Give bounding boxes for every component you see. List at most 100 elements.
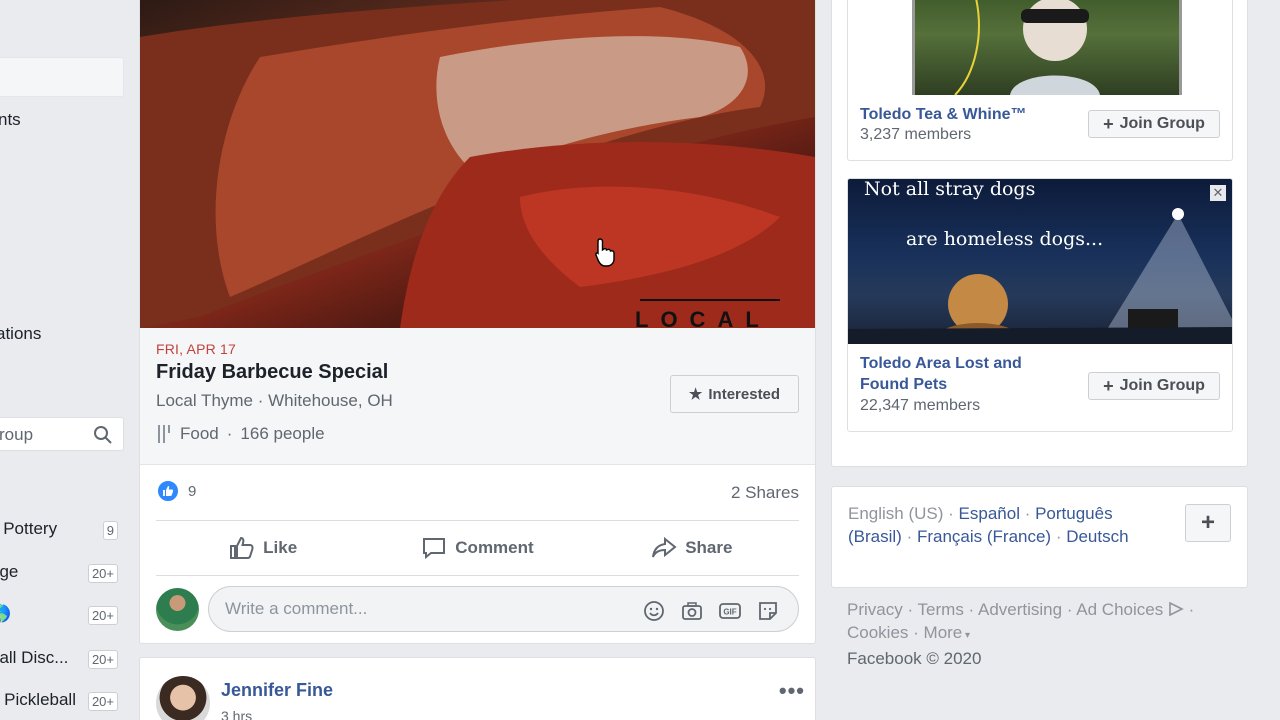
svg-text:GIF: GIF (723, 608, 736, 617)
thumbs-up-icon (230, 536, 254, 559)
group-search-input[interactable]: roup (0, 417, 124, 451)
stray-dog-illustration: Not all stray dogs are homeless dogs... (848, 179, 1232, 351)
join-group-label: Join Group (1119, 377, 1205, 394)
sticker-icon[interactable] (756, 599, 780, 623)
author-avatar[interactable] (156, 676, 210, 720)
event-post-card: LOCAL FRI, APR 17 Friday Barbecue Specia… (139, 0, 816, 644)
ribs-illustration: LOCAL (140, 0, 815, 328)
sidebar-group-item[interactable]: 🌎 20+ (0, 604, 122, 628)
post-action-bar: Like Comment Share (156, 520, 799, 576)
post-options-button[interactable]: ••• (779, 678, 805, 704)
group-name[interactable]: Toledo Area Lost and Found Pets (860, 353, 1060, 395)
comment-input[interactable]: Write a comment... GIF (208, 586, 799, 632)
share-button[interactable]: Share (585, 521, 799, 575)
close-icon[interactable]: ✕ (1210, 185, 1226, 201)
group-cover-image[interactable]: Not all stray dogs are homeless dogs... … (848, 179, 1232, 351)
comment-button[interactable]: Comment (370, 521, 584, 575)
camera-icon[interactable] (680, 599, 704, 623)
left-sidebar: nts ations roup s Pottery 9 age 20+ 🌎 20… (0, 0, 140, 720)
reaction-summary[interactable]: 9 (156, 479, 196, 503)
comment-tools: GIF (642, 599, 780, 623)
footer-link[interactable]: Cookies (847, 623, 908, 642)
join-group-button[interactable]: + Join Group (1088, 372, 1220, 400)
event-category: Food (180, 424, 219, 443)
chevron-down-icon: ▾ (962, 630, 971, 641)
event-title[interactable]: Friday Barbecue Special (156, 361, 388, 384)
event-details[interactable]: FRI, APR 17 Friday Barbecue Special Loca… (140, 328, 815, 465)
sidebar-group-item[interactable]: ball Disc... 20+ (0, 648, 122, 672)
star-icon: ★ (688, 386, 703, 403)
add-language-button[interactable]: + (1185, 504, 1231, 542)
ad-choices-icon[interactable] (1168, 601, 1184, 617)
sidebar-group-label: age (0, 562, 19, 581)
search-icon[interactable] (93, 425, 113, 445)
footer-link[interactable]: Terms (918, 600, 964, 619)
copyright: Facebook © 2020 (847, 649, 982, 668)
join-group-label: Join Group (1119, 115, 1205, 132)
comment-icon (423, 538, 446, 560)
group-member-count: 22,347 members (860, 397, 981, 414)
group-cover-image[interactable] (848, 0, 1232, 96)
like-label: Like (263, 538, 298, 557)
hero-caption: LOCAL (635, 307, 771, 328)
suggested-group: Toledo Tea & Whine™ 3,237 members + Join… (847, 0, 1233, 161)
current-user-avatar[interactable] (156, 588, 199, 631)
shares-count[interactable]: 2 Shares (731, 483, 799, 503)
plus-icon: + (1103, 375, 1114, 396)
hand-cursor-icon (595, 238, 615, 267)
sidebar-group-item[interactable]: d Pickleball 20+ (0, 690, 122, 714)
post-timestamp[interactable]: 3 hrs (221, 708, 252, 720)
sidebar-highlight-bar[interactable] (0, 57, 124, 97)
sidebar-item-partial[interactable]: nts (0, 110, 21, 130)
share-label: Share (685, 538, 733, 557)
event-location: Local Thyme · Whitehouse, OH (156, 391, 393, 410)
language-link[interactable]: Español (959, 504, 1020, 523)
comment-composer: Write a comment... GIF (156, 586, 799, 632)
post-author-name[interactable]: Jennifer Fine (221, 680, 333, 701)
like-button[interactable]: Like (156, 521, 370, 575)
suggested-group: Not all stray dogs are homeless dogs... … (847, 178, 1233, 432)
fork-knife-icon (158, 425, 170, 443)
sidebar-item-partial[interactable]: ations (0, 324, 41, 344)
sidebar-group-item[interactable]: age 20+ (0, 562, 122, 586)
language-list: English (US) · Español · Português (Bras… (848, 504, 1129, 546)
comment-label: Comment (455, 538, 534, 557)
plus-icon: + (1103, 113, 1114, 134)
sidebar-group-badge: 20+ (87, 564, 118, 583)
cover-text-line1: Not all stray dogs (864, 179, 1035, 200)
sidebar-group-badge: 20+ (87, 650, 118, 669)
interested-button[interactable]: ★ Interested (670, 375, 799, 413)
sidebar-group-badge: 20+ (87, 606, 118, 625)
language-link[interactable]: Deutsch (1066, 527, 1128, 546)
like-reaction-icon (156, 479, 180, 503)
language-link[interactable]: Français (France) (917, 527, 1051, 546)
group-cover-photo (912, 0, 1182, 96)
language-card: English (US) · Español · Português (Bras… (831, 486, 1248, 588)
group-search-placeholder: roup (0, 425, 34, 444)
sidebar-group-item[interactable]: s Pottery 9 (0, 519, 122, 543)
sidebar-group-badge: 20+ (87, 692, 118, 711)
sidebar-group-label: d Pickleball (0, 690, 76, 709)
join-group-button[interactable]: + Join Group (1088, 110, 1220, 138)
event-cover-image[interactable]: LOCAL (140, 0, 815, 328)
footer-link[interactable]: Ad Choices (1076, 600, 1163, 619)
gif-icon[interactable]: GIF (718, 599, 742, 623)
group-name[interactable]: Toledo Tea & Whine™ (860, 104, 1027, 125)
sidebar-group-badge: 9 (102, 521, 118, 540)
footer-link[interactable]: More (924, 623, 963, 642)
cover-text-line2: are homeless dogs... (906, 228, 1103, 250)
share-icon (652, 536, 677, 558)
emoji-icon[interactable] (642, 599, 666, 623)
group-member-count: 3,237 members (860, 126, 972, 143)
suggested-groups-card: Toledo Tea & Whine™ 3,237 members + Join… (831, 0, 1248, 467)
interested-label: Interested (708, 385, 781, 403)
event-meta: Food · 166 people (156, 424, 325, 444)
page-footer: Privacy · Terms · Advertising · Ad Choic… (847, 600, 1195, 668)
sidebar-group-label: ball Disc... (0, 648, 69, 667)
meta-separator: · (226, 424, 233, 443)
footer-link[interactable]: Privacy (847, 600, 903, 619)
sidebar-group-label: s Pottery (0, 519, 58, 538)
footer-link[interactable]: Advertising (978, 600, 1062, 619)
like-count: 9 (188, 482, 197, 500)
post-card: Jennifer Fine 3 hrs ••• (139, 657, 816, 720)
